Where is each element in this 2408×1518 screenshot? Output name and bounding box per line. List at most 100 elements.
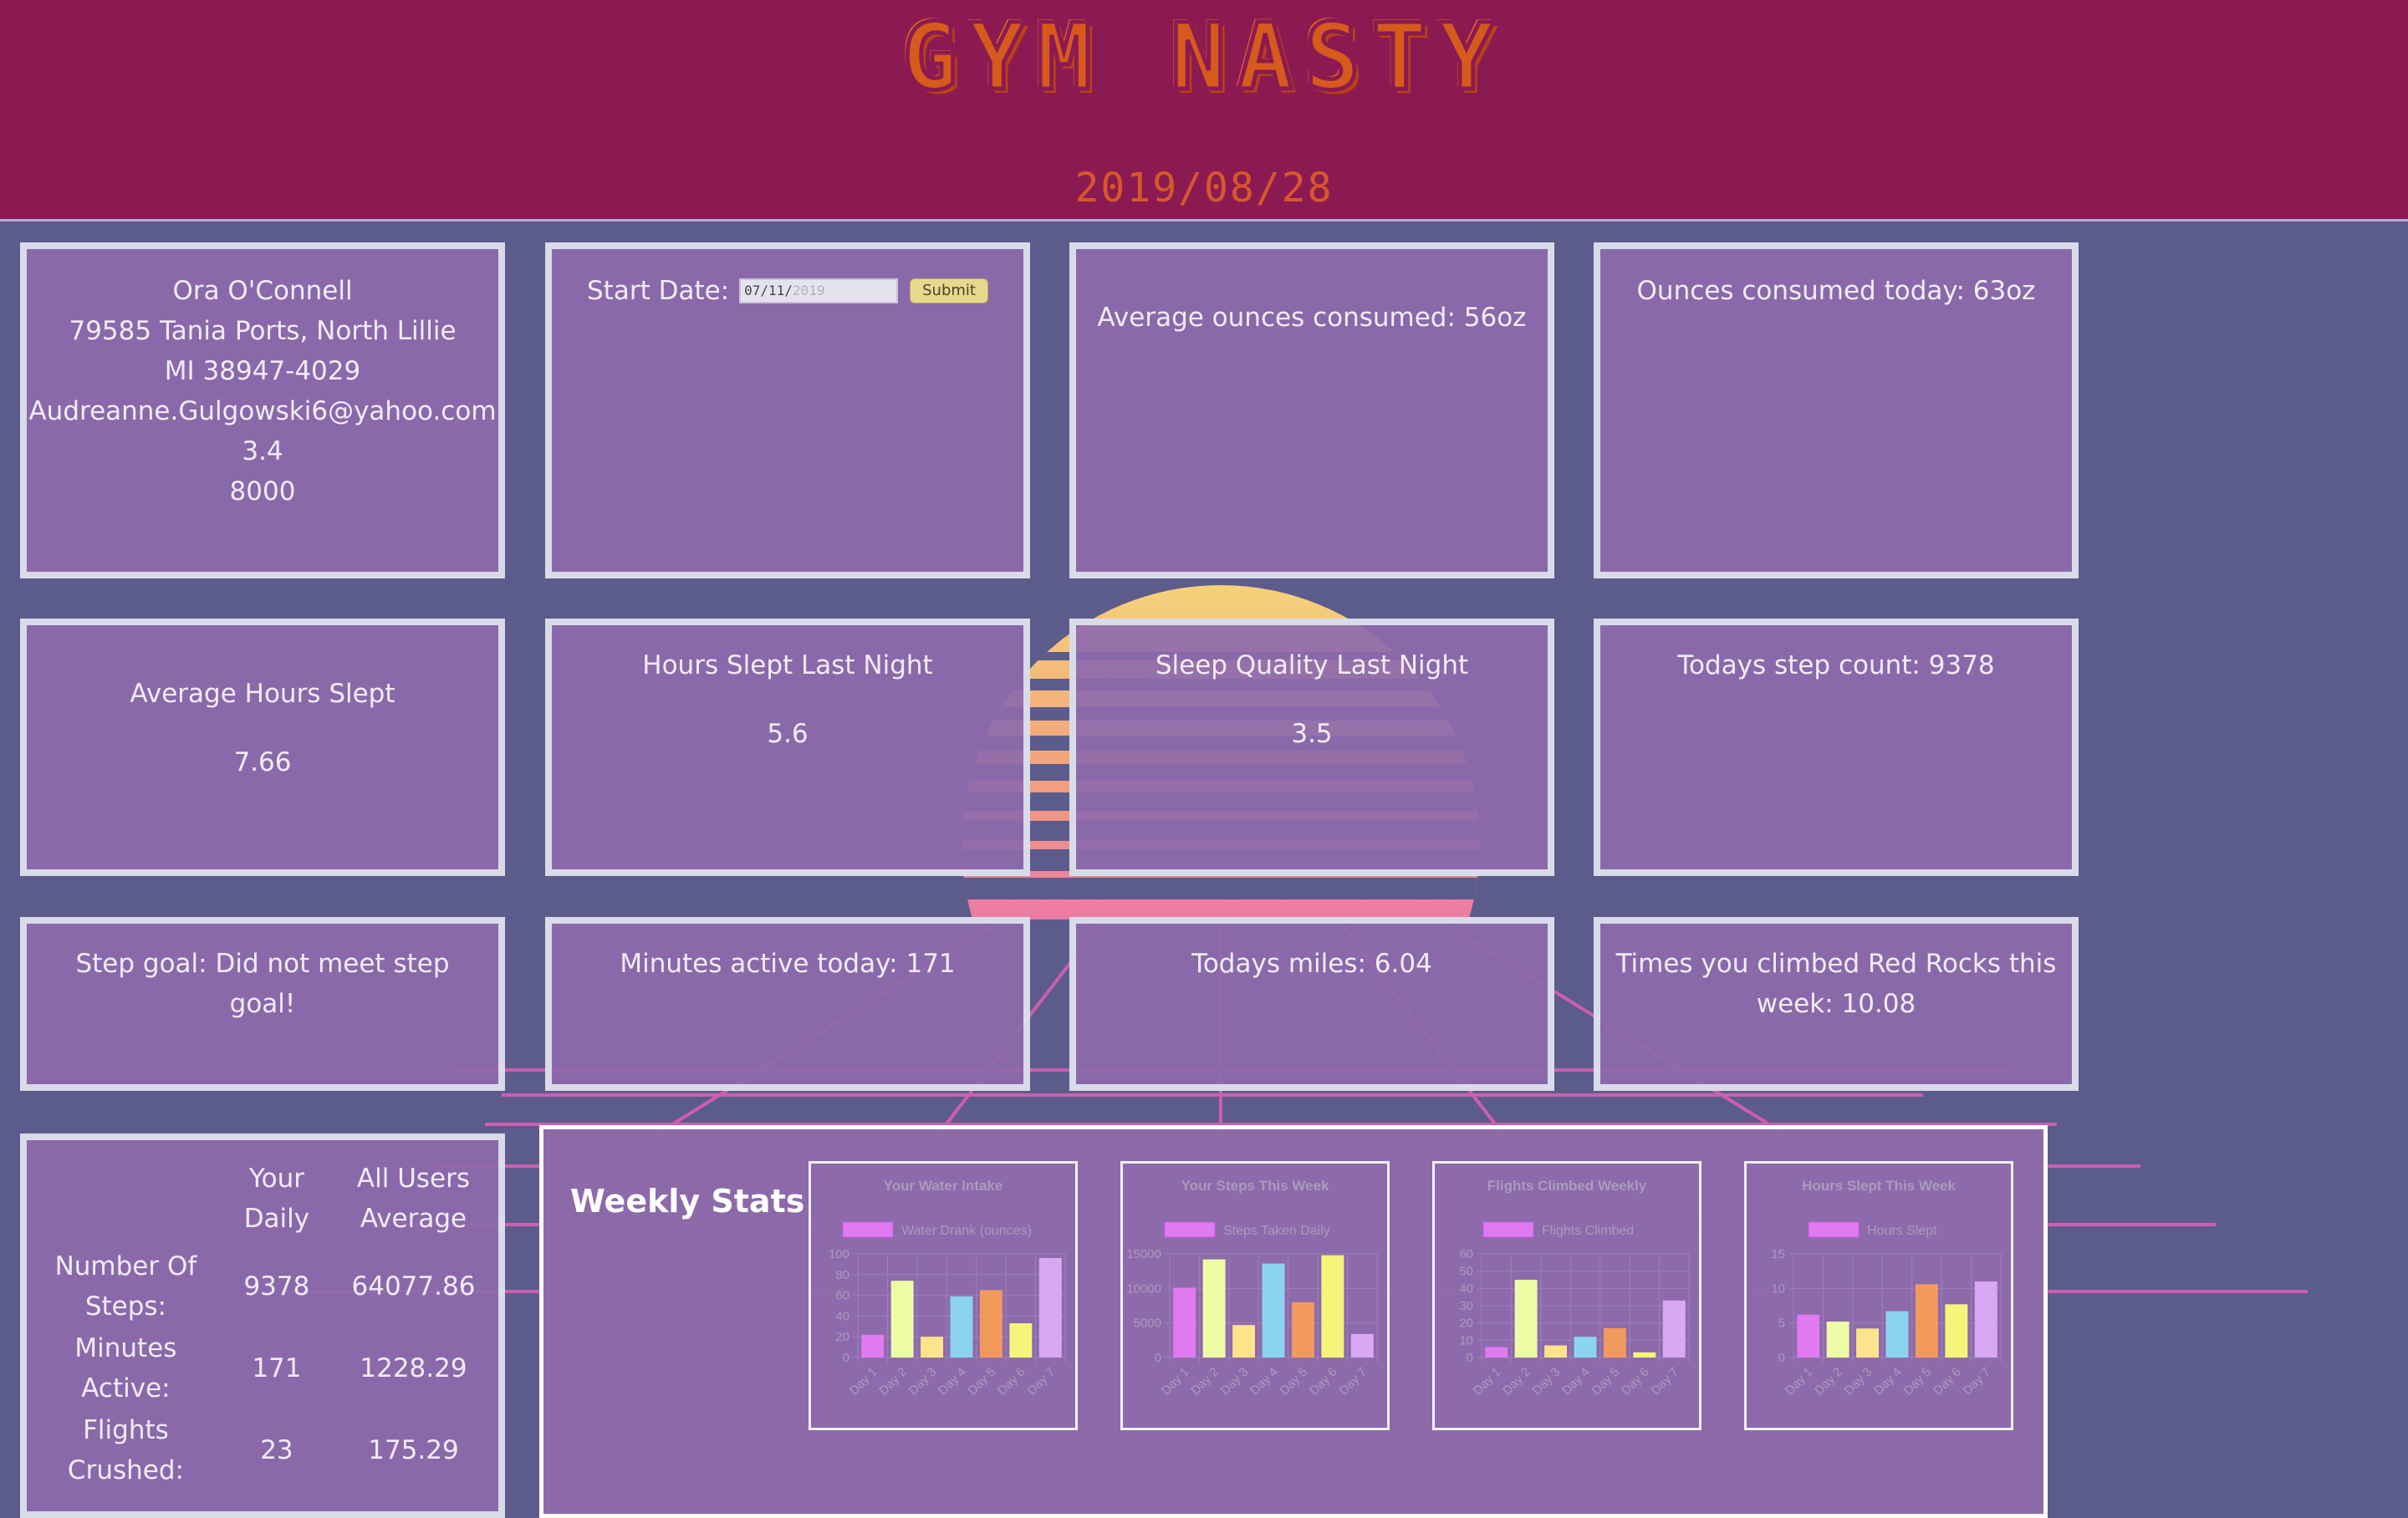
- x-tick-label: Day 3: [1218, 1365, 1252, 1398]
- app-header: GYM NASTY 2019/08/28: [0, 0, 2408, 222]
- bar: [1826, 1322, 1849, 1358]
- y-tick-label: 0: [843, 1351, 849, 1365]
- y-tick-label: 20: [1459, 1317, 1473, 1331]
- x-tick-label: Day 6: [995, 1365, 1028, 1398]
- row-average: 64077.86: [351, 1271, 476, 1302]
- bar: [1633, 1352, 1656, 1358]
- bar: [861, 1334, 885, 1358]
- row-label: Number Of Steps:: [54, 1251, 197, 1322]
- y-tick-label: 30: [1459, 1299, 1473, 1313]
- chart-title: Hours Slept This Week: [1802, 1178, 1956, 1194]
- x-tick-label: Day 4: [1247, 1365, 1281, 1398]
- red-rocks-card: Times you climbed Red Rocks this week: 1…: [1594, 917, 2079, 1091]
- row-average: 175.29: [368, 1435, 459, 1465]
- y-tick-label: 15000: [1126, 1247, 1161, 1261]
- red-rocks-text: Times you climbed Red Rocks this week: 1…: [1615, 949, 2057, 1019]
- x-tick-label: Day 4: [1871, 1365, 1905, 1398]
- bar: [1574, 1337, 1597, 1358]
- user-address-line2: MI 38947-4029: [164, 356, 361, 386]
- bar: [1009, 1323, 1033, 1358]
- step-goal-card: Step goal: Did not meet step goal!: [20, 917, 505, 1091]
- user-stride-length: 3.4: [242, 436, 283, 466]
- bar: [1885, 1311, 1909, 1358]
- bar: [1232, 1325, 1256, 1358]
- x-tick-label: Day 7: [1960, 1365, 1993, 1398]
- user-name: Ora O'Connell: [172, 276, 353, 306]
- current-date: 2019/08/28: [1074, 165, 1334, 211]
- bar: [1856, 1328, 1880, 1358]
- x-tick-label: Day 2: [1500, 1365, 1533, 1398]
- bar: [1915, 1284, 1938, 1358]
- y-tick-label: 0: [1778, 1351, 1785, 1365]
- todays-miles-text: Todays miles: 6.04: [1191, 949, 1432, 979]
- y-tick-label: 10000: [1126, 1281, 1161, 1296]
- comparison-header-average: All Users Average: [356, 1164, 471, 1234]
- y-tick-label: 100: [829, 1247, 849, 1261]
- chart-title: Your Steps This Week: [1181, 1178, 1330, 1194]
- y-tick-label: 10: [1771, 1281, 1785, 1296]
- y-tick-label: 60: [835, 1289, 849, 1303]
- bar: [979, 1290, 1002, 1358]
- x-tick-label: Day 2: [1812, 1365, 1845, 1398]
- chart-title: Your Water Intake: [884, 1178, 1003, 1194]
- legend-swatch: [1808, 1221, 1860, 1238]
- bar: [1514, 1280, 1538, 1358]
- y-tick-label: 15: [1771, 1247, 1785, 1261]
- weekly-stats-panel: Weekly Stats Your Water Intake Water Dran…: [539, 1125, 2048, 1518]
- sleep-quality-card: Sleep Quality Last Night 3.5: [1069, 619, 1554, 876]
- minutes-active-text: Minutes active today: 171: [620, 949, 956, 979]
- start-date-card: Start Date: 07/11/2019 Submit: [545, 242, 1030, 578]
- sleep-quality-value: 3.5: [1291, 719, 1333, 749]
- y-tick-label: 50: [1459, 1265, 1473, 1279]
- x-tick-label: Day 5: [1901, 1365, 1935, 1398]
- bar: [1291, 1302, 1314, 1358]
- user-info-card: Ora O'Connell 79585 Tania Ports, North L…: [20, 242, 505, 578]
- bar: [1603, 1327, 1626, 1358]
- flights-weekly-chart: Flights Climbed Weekly Flights Climbed 0 10…: [1432, 1161, 1701, 1430]
- row-yours: 9378: [243, 1271, 310, 1302]
- legend-label: Hours Slept: [1867, 1224, 1937, 1238]
- row-average: 1228.29: [360, 1353, 467, 1383]
- bar: [1173, 1287, 1196, 1358]
- legend-label: Flights Climbed: [1542, 1224, 1634, 1238]
- legend-label: Water Drank (ounces): [901, 1224, 1032, 1238]
- x-tick-label: Day 4: [1559, 1365, 1593, 1398]
- bar: [1485, 1347, 1508, 1358]
- user-email: Audreanne.Gulgowski6@yahoo.com: [28, 396, 497, 426]
- comparison-card: Your Daily All Users Average Number Of S…: [20, 1133, 505, 1518]
- submit-button[interactable]: Submit: [910, 278, 988, 303]
- x-tick-label: Day 6: [1619, 1365, 1652, 1398]
- y-tick-label: 5000: [1134, 1317, 1161, 1331]
- hours-slept-label: Hours Slept Last Night: [642, 650, 933, 680]
- start-date-value: 07/11/: [744, 283, 793, 298]
- avg-ounces-text: Average ounces consumed: 56oz: [1097, 303, 1527, 333]
- avg-hours-slept-value: 7.66: [233, 747, 292, 777]
- x-tick-label: Day 7: [1336, 1365, 1370, 1398]
- bar: [1974, 1281, 1997, 1358]
- y-tick-label: 0: [1155, 1351, 1161, 1365]
- bar: [921, 1337, 944, 1358]
- row-yours: 23: [260, 1435, 293, 1465]
- hours-slept-value: 5.6: [767, 719, 809, 749]
- start-date-year-placeholder: 2019: [792, 283, 825, 298]
- legend-label: Steps Taken Daily: [1223, 1224, 1330, 1238]
- avg-hours-slept-label: Average Hours Slept: [130, 679, 395, 709]
- user-daily-step-goal: 8000: [229, 476, 296, 507]
- bar: [950, 1296, 973, 1358]
- x-tick-label: Day 7: [1024, 1365, 1058, 1398]
- start-date-input[interactable]: 07/11/2019: [739, 278, 899, 303]
- table-row: Minutes Active: 171 1228.29: [27, 1327, 498, 1409]
- y-tick-label: 60: [1459, 1247, 1473, 1261]
- comparison-header-blank: [27, 1159, 225, 1245]
- x-tick-label: Day 3: [1530, 1365, 1564, 1398]
- hours-slept-last-night-card: Hours Slept Last Night 5.6: [545, 619, 1030, 876]
- bar: [1945, 1304, 1968, 1358]
- avg-hours-slept-card: Average Hours Slept 7.66: [20, 619, 505, 876]
- x-tick-label: Day 3: [1842, 1365, 1875, 1398]
- x-tick-label: Day 2: [876, 1365, 910, 1398]
- y-tick-label: 80: [835, 1268, 849, 1282]
- x-tick-label: Day 6: [1307, 1365, 1340, 1398]
- bar: [1262, 1263, 1285, 1358]
- x-tick-label: Day 1: [1783, 1365, 1816, 1398]
- bar: [890, 1281, 914, 1358]
